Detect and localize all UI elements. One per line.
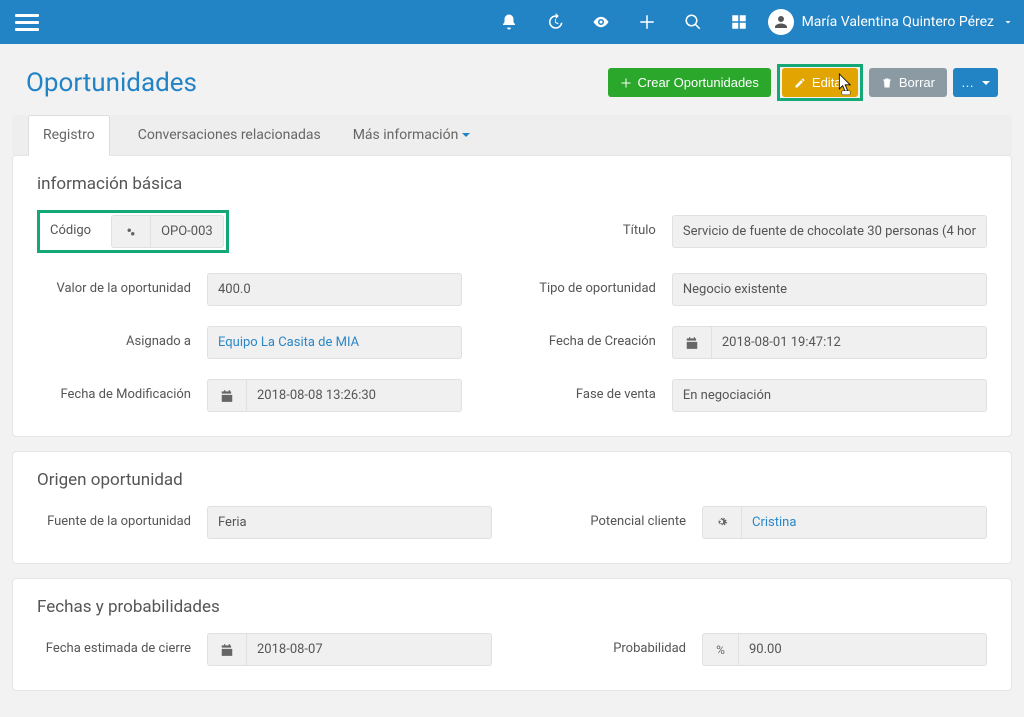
- field-fecha-cierre[interactable]: 2018-08-07: [246, 633, 492, 666]
- calendar-icon: [672, 326, 711, 359]
- calendar-icon: [207, 379, 246, 412]
- page-title: Oportunidades: [26, 68, 197, 98]
- panel-fechas: Fechas y probabilidades Fecha estimada d…: [12, 578, 1012, 691]
- row-fecha-creacion: Fecha de Creación 2018-08-01 19:47:12: [502, 326, 987, 359]
- history-icon[interactable]: [546, 13, 564, 31]
- user-name: María Valentina Quintero Pérez: [802, 14, 994, 30]
- panel-origen: Origen oportunidad Fuente de la oportuni…: [12, 451, 1012, 564]
- more-actions-button[interactable]: …: [953, 68, 998, 97]
- row-fecha-cierre: Fecha estimada de cierre 2018-08-07: [37, 633, 492, 666]
- tabs: Registro Conversaciones relacionadas Más…: [12, 115, 1012, 155]
- label-asignado: Asignado a: [37, 334, 207, 351]
- label-probabilidad: Probabilidad: [532, 641, 702, 658]
- edit-label: Editar: [812, 75, 846, 90]
- avatar: [768, 9, 794, 35]
- bell-icon[interactable]: [500, 13, 518, 31]
- field-potencial[interactable]: Cristina: [741, 506, 987, 539]
- field-probabilidad[interactable]: 90.00: [738, 633, 987, 666]
- label-valor: Valor de la oportunidad: [37, 281, 207, 298]
- search-icon[interactable]: [684, 13, 702, 31]
- delete-label: Borrar: [899, 75, 935, 90]
- label-fecha-crea: Fecha de Creación: [502, 334, 672, 351]
- label-titulo: Título: [502, 223, 672, 240]
- field-titulo[interactable]: Servicio de fuente de chocolate 30 perso…: [672, 215, 987, 248]
- field-asignado[interactable]: Equipo La Casita de MIA: [207, 326, 462, 359]
- field-codigo[interactable]: OPO-003: [150, 215, 224, 248]
- row-asignado: Asignado a Equipo La Casita de MIA: [37, 326, 462, 359]
- topbar-icons: [500, 13, 748, 31]
- label-fecha-mod: Fecha de Modificación: [37, 387, 207, 404]
- edit-button[interactable]: Editar: [782, 68, 858, 97]
- calendar-icon: [207, 633, 246, 666]
- page-actions: Crear Oportunidades Editar Borrar …: [608, 64, 999, 101]
- menu-toggle-icon[interactable]: [15, 10, 39, 34]
- label-fase: Fase de venta: [502, 387, 672, 404]
- label-codigo: Código: [42, 219, 111, 244]
- row-tipo: Tipo de oportunidad Negocio existente: [502, 273, 987, 306]
- row-valor: Valor de la oportunidad 400.0: [37, 273, 462, 306]
- panel-basic-info: información básica Código OPO-003 Título…: [12, 155, 1012, 437]
- pencil-icon: [794, 77, 806, 89]
- field-fase[interactable]: En negociación: [672, 379, 987, 412]
- label-potencial: Potencial cliente: [532, 514, 702, 531]
- tab-conversaciones[interactable]: Conversaciones relacionadas: [134, 115, 325, 155]
- chevron-down-icon: [1002, 16, 1014, 28]
- page-header: Oportunidades Crear Oportunidades Editar…: [12, 56, 1012, 115]
- plus-icon: [620, 77, 632, 89]
- percent-addon: %: [702, 633, 738, 666]
- delete-button[interactable]: Borrar: [869, 68, 947, 97]
- trash-icon: [881, 77, 893, 89]
- field-fecha-crea[interactable]: 2018-08-01 19:47:12: [711, 326, 987, 359]
- codigo-addon-icon: [111, 215, 150, 248]
- highlight-codigo: Código OPO-003: [37, 210, 229, 253]
- user-menu[interactable]: María Valentina Quintero Pérez: [768, 9, 1014, 35]
- panel-title-fechas: Fechas y probabilidades: [37, 597, 987, 617]
- plus-icon[interactable]: [638, 13, 656, 31]
- row-probabilidad: Probabilidad % 90.00: [532, 633, 987, 666]
- label-fecha-cierre: Fecha estimada de cierre: [37, 641, 207, 658]
- panel-title-origen: Origen oportunidad: [37, 470, 987, 490]
- gears-icon: [702, 506, 741, 539]
- row-potencial: Potencial cliente Cristina: [532, 506, 987, 539]
- row-fuente: Fuente de la oportunidad Feria: [37, 506, 492, 539]
- panel-title-basic: información básica: [37, 174, 987, 194]
- caret-icon: [462, 133, 470, 137]
- row-titulo: Título Servicio de fuente de chocolate 3…: [502, 210, 987, 253]
- field-fuente[interactable]: Feria: [207, 506, 492, 539]
- create-label: Crear Oportunidades: [638, 75, 759, 90]
- field-fecha-mod[interactable]: 2018-08-08 13:26:30: [246, 379, 462, 412]
- label-fuente: Fuente de la oportunidad: [37, 514, 207, 531]
- apps-icon[interactable]: [730, 13, 748, 31]
- row-codigo: Código OPO-003: [37, 210, 462, 253]
- label-tipo: Tipo de oportunidad: [502, 281, 672, 298]
- highlight-edit: Editar: [777, 64, 863, 101]
- create-button[interactable]: Crear Oportunidades: [608, 68, 771, 97]
- eye-icon[interactable]: [592, 13, 610, 31]
- tab-registro[interactable]: Registro: [28, 115, 110, 156]
- tab-mas-info[interactable]: Más información: [349, 115, 475, 155]
- row-fase: Fase de venta En negociación: [502, 379, 987, 412]
- top-navbar: María Valentina Quintero Pérez: [0, 0, 1024, 44]
- field-valor[interactable]: 400.0: [207, 273, 462, 306]
- row-fecha-mod: Fecha de Modificación 2018-08-08 13:26:3…: [37, 379, 462, 412]
- field-tipo[interactable]: Negocio existente: [672, 273, 987, 306]
